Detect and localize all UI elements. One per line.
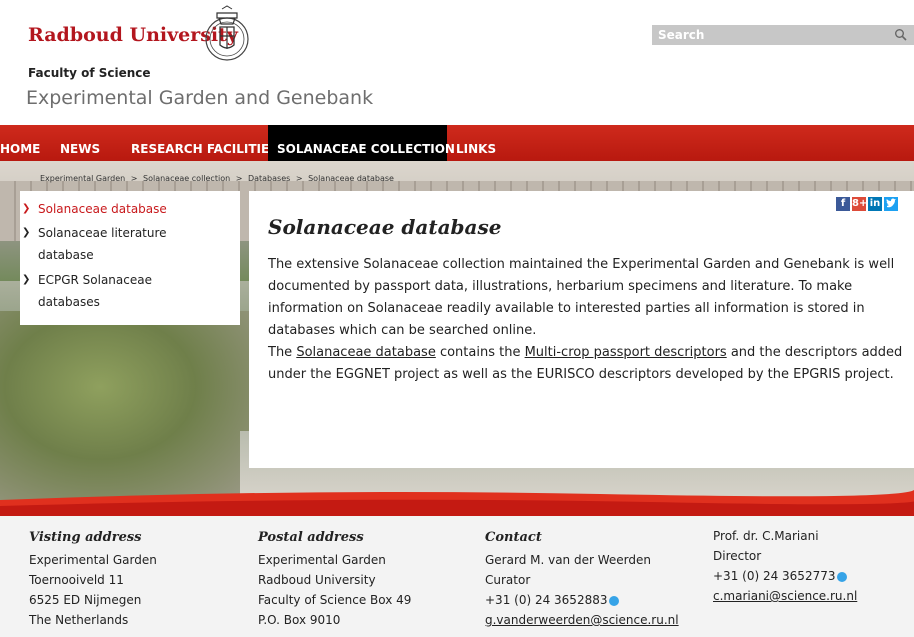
chevron-right-icon: ❯ bbox=[22, 227, 31, 238]
search-icon[interactable] bbox=[894, 28, 908, 42]
body-text: contains the bbox=[435, 345, 525, 360]
footer-heading: Postal address bbox=[258, 530, 364, 545]
nav-item-research-facilities[interactable]: RESEARCH FACILITIES bbox=[131, 125, 278, 161]
decorative-red-band bbox=[0, 490, 914, 516]
director-phone-row: +31 (0) 24 3652773 bbox=[713, 566, 913, 586]
director-email-row: c.mariani@science.ru.nl bbox=[713, 586, 913, 606]
contact-phone-row: +31 (0) 24 3652883 bbox=[485, 590, 705, 610]
breadcrumb-item-experimental-garden[interactable]: Experimental Garden bbox=[40, 174, 125, 183]
skype-call-icon[interactable] bbox=[609, 595, 620, 606]
address-line: Experimental Garden bbox=[29, 553, 157, 567]
director-email-link[interactable]: c.mariani@science.ru.nl bbox=[713, 589, 857, 603]
sidenav-item-label: database bbox=[38, 248, 94, 262]
chevron-right-icon: ❯ bbox=[22, 203, 31, 214]
contact-phone[interactable]: +31 (0) 24 3652883 bbox=[485, 593, 607, 607]
director-name: Prof. dr. C.Mariani bbox=[713, 529, 819, 543]
address-line: P.O. Box 9010 bbox=[258, 613, 341, 627]
site-footer: Visting address Experimental Garden Toer… bbox=[0, 516, 914, 637]
footer-director: Prof. dr. C.Mariani Director +31 (0) 24 … bbox=[713, 526, 913, 606]
breadcrumb-item-databases[interactable]: Databases bbox=[248, 174, 290, 183]
site-header: Radboud University Faculty of Science Ex… bbox=[0, 0, 914, 125]
googleplus-share-icon[interactable]: 8+ bbox=[852, 197, 867, 211]
breadcrumb-item-solanaceae-collection[interactable]: Solanaceae collection bbox=[143, 174, 230, 183]
search-box[interactable] bbox=[652, 25, 914, 45]
breadcrumb: Experimental Garden > Solanaceae collect… bbox=[40, 174, 397, 183]
footer-postal-address: Postal address Experimental Garden Radbo… bbox=[258, 530, 468, 630]
page-body: The extensive Solanaceae collection main… bbox=[268, 254, 908, 386]
footer-heading: Contact bbox=[485, 530, 542, 545]
breadcrumb-separator: > bbox=[295, 174, 303, 183]
address-line: The Netherlands bbox=[29, 613, 129, 627]
facebook-share-icon[interactable]: f bbox=[836, 197, 850, 211]
main-nav: HOME NEWS RESEARCH FACILITIES SOLANACEAE… bbox=[0, 125, 914, 161]
trees bbox=[0, 311, 250, 500]
address-line: Faculty of Science Box 49 bbox=[258, 593, 412, 607]
chevron-right-icon: ❯ bbox=[22, 274, 31, 285]
address-line: 6525 ED Nijmegen bbox=[29, 593, 142, 607]
sidenav-item-ecpgr-databases[interactable]: ❯ ECPGR Solanaceae databases bbox=[22, 269, 152, 313]
address-line: Experimental Garden bbox=[258, 553, 386, 567]
university-crest-icon[interactable] bbox=[204, 5, 250, 63]
main-content: f 8+ in Solanaceae database The extensiv… bbox=[249, 191, 914, 468]
director-phone[interactable]: +31 (0) 24 3652773 bbox=[713, 569, 835, 583]
side-nav: ❯ Solanaceae database ❯ Solanaceae liter… bbox=[20, 191, 240, 325]
address-line: Radboud University bbox=[258, 573, 376, 587]
director-role: Director bbox=[713, 549, 762, 563]
contact-role: Curator bbox=[485, 573, 531, 587]
solanaceae-database-link[interactable]: Solanaceae database bbox=[296, 345, 436, 360]
nav-item-home[interactable]: HOME bbox=[0, 125, 48, 161]
contact-email-row: g.vanderweerden@science.ru.nl bbox=[485, 610, 705, 630]
breadcrumb-separator: > bbox=[235, 174, 243, 183]
linkedin-share-icon[interactable]: in bbox=[868, 197, 882, 211]
contact-name: Gerard M. van der Weerden bbox=[485, 553, 651, 567]
address-line: Toernooiveld 11 bbox=[29, 573, 124, 587]
breadcrumb-separator: > bbox=[130, 174, 138, 183]
sidenav-item-label: Solanaceae literature bbox=[38, 226, 167, 240]
footer-visiting-address: Visting address Experimental Garden Toer… bbox=[29, 530, 239, 630]
page-title: Solanaceae database bbox=[268, 215, 502, 239]
breadcrumb-item-current: Solanaceae database bbox=[308, 174, 394, 183]
nav-item-solanaceae-collection[interactable]: SOLANACEAE COLLECTION bbox=[268, 125, 455, 161]
department-title[interactable]: Experimental Garden and Genebank bbox=[26, 87, 373, 109]
faculty-name[interactable]: Faculty of Science bbox=[28, 66, 151, 80]
skype-call-icon[interactable] bbox=[837, 571, 848, 582]
nav-item-news[interactable]: NEWS bbox=[60, 125, 112, 161]
contact-email-link[interactable]: g.vanderweerden@science.ru.nl bbox=[485, 613, 679, 627]
passport-descriptors-link[interactable]: Multi-crop passport descriptors bbox=[525, 345, 727, 360]
footer-heading: Visting address bbox=[29, 530, 142, 545]
nav-item-links[interactable]: LINKS bbox=[456, 125, 502, 161]
sidenav-item-label: Solanaceae database bbox=[38, 202, 167, 216]
twitter-share-icon[interactable] bbox=[884, 197, 898, 211]
sidenav-item-label: ECPGR Solanaceae bbox=[38, 273, 152, 287]
footer-contact: Contact Gerard M. van der Weerden Curato… bbox=[485, 530, 705, 630]
body-text: The bbox=[268, 345, 297, 360]
body-paragraph: The extensive Solanaceae collection main… bbox=[268, 257, 895, 338]
sidenav-item-label: databases bbox=[38, 295, 100, 309]
hero-background: Experimental Garden > Solanaceae collect… bbox=[0, 161, 914, 500]
sidenav-item-solanaceae-database[interactable]: ❯ Solanaceae database bbox=[22, 198, 167, 220]
search-input[interactable] bbox=[658, 27, 888, 43]
sidenav-item-solanaceae-literature[interactable]: ❯ Solanaceae literature database bbox=[22, 222, 167, 266]
